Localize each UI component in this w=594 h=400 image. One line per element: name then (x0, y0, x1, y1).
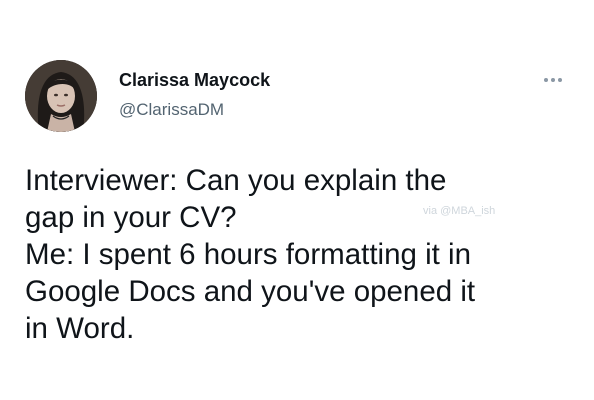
tweet-card: Clarissa Maycock @ClarissaDM Interviewer… (0, 0, 594, 400)
author-name[interactable]: Clarissa Maycock (119, 70, 270, 91)
avatar[interactable] (25, 60, 97, 132)
more-horizontal-icon-dot (558, 78, 562, 82)
tweet-text-line: Google Docs and you've opened it (25, 275, 476, 308)
tweet-text: Interviewer: Can you explain the gap in … (25, 162, 585, 347)
watermark: via @MBA_ish (423, 205, 496, 217)
author-handle[interactable]: @ClarissaDM (119, 100, 224, 120)
more-horizontal-icon (544, 78, 548, 82)
tweet-text-line: gap in your CV? (25, 201, 237, 234)
more-horizontal-icon-dot (551, 78, 555, 82)
tweet-text-line: in Word. (25, 312, 135, 345)
tweet-text-line: Interviewer: Can you explain the (25, 164, 447, 197)
more-options-button[interactable] (536, 70, 570, 90)
tweet-text-line: Me: I spent 6 hours formatting it in (25, 238, 471, 271)
profile-photo-icon (25, 60, 97, 132)
